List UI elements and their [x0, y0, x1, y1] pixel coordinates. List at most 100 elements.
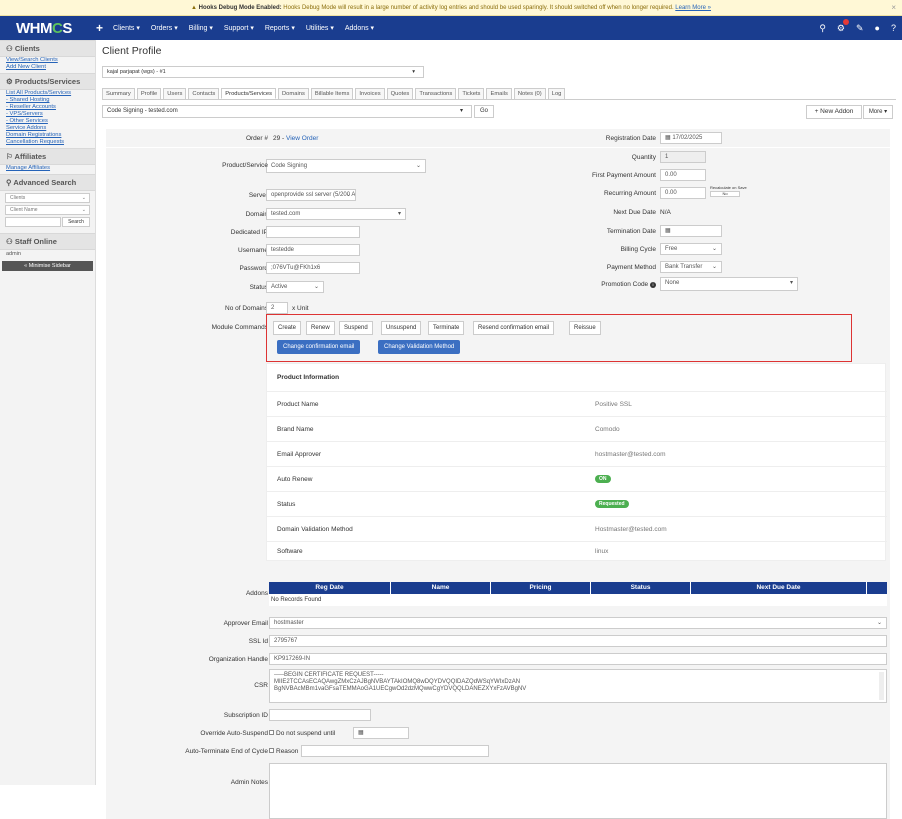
tab-contacts[interactable]: Contacts	[188, 88, 220, 99]
recalculate-toggle[interactable]: No	[710, 191, 740, 197]
username-input[interactable]: testedde	[266, 244, 360, 256]
search-button[interactable]: Search	[62, 217, 90, 227]
override-date-input[interactable]: ▦	[353, 727, 409, 739]
tab-log[interactable]: Log	[547, 88, 566, 99]
sidebar-link-shared[interactable]: - Shared Hosting	[0, 97, 95, 104]
col-reg-date[interactable]: Reg Date	[269, 582, 391, 594]
dedicated-ip-input[interactable]	[266, 226, 360, 238]
sidebar-link-products[interactable]: List All Products/Services	[0, 90, 95, 97]
col-pricing[interactable]: Pricing	[491, 582, 591, 594]
tab-quotes[interactable]: Quotes	[386, 88, 414, 99]
more-button[interactable]: More ▾	[863, 105, 893, 119]
col-name[interactable]: Name	[391, 582, 491, 594]
change-validation-method-button[interactable]: Change Validation Method	[378, 340, 461, 354]
subscription-id-input[interactable]	[269, 709, 371, 721]
unsuspend-button[interactable]: Unsuspend	[381, 321, 422, 335]
tab-billable-items[interactable]: Billable Items	[310, 88, 354, 99]
whmcs-logo[interactable]: WHMCS	[16, 20, 72, 37]
notifications-icon[interactable]: ⚙	[837, 18, 849, 34]
sidebar-link-affiliates[interactable]: Manage Affiliates	[0, 165, 95, 172]
product-service-select[interactable]: Code Signing ⌄	[266, 159, 426, 173]
quick-add-icon[interactable]: +	[96, 21, 103, 35]
approver-email-select[interactable]: hostmaster ⌄	[269, 617, 887, 629]
tab-users[interactable]: Users	[163, 88, 187, 99]
renew-button[interactable]: Renew	[306, 321, 335, 335]
chevron-down-icon: ⌄	[711, 264, 717, 270]
col-next-due-date[interactable]: Next Due Date	[691, 582, 867, 594]
tab-transactions[interactable]: Transactions	[415, 88, 457, 99]
auto-terminate-checkbox-label[interactable]: Reason	[269, 748, 298, 755]
ssl-id-input[interactable]: 2795767	[269, 635, 887, 647]
status-select[interactable]: Active ⌄	[266, 281, 324, 293]
override-checkbox-label[interactable]: Do not suspend until	[269, 730, 335, 737]
first-payment-input[interactable]: 0.00	[660, 169, 706, 181]
tab-invoices[interactable]: Invoices	[355, 88, 385, 99]
termination-date-input[interactable]: ▦	[660, 225, 722, 237]
sidebar-link-view-clients[interactable]: View/Search Clients	[0, 57, 95, 64]
product-select[interactable]: Code Signing - tested.com ▾	[102, 105, 472, 118]
reason-input[interactable]	[301, 745, 489, 757]
registration-date-input[interactable]: ▦ 17/02/2025	[660, 132, 722, 144]
help-icon[interactable]: ?	[891, 23, 896, 33]
menu-orders[interactable]: Orders ▾	[151, 24, 178, 32]
admin-notes-textarea[interactable]	[269, 763, 887, 819]
sidebar-link-cancellations[interactable]: Cancellation Requests	[0, 139, 95, 146]
minimise-sidebar-button[interactable]: « Minimise Sidebar	[2, 261, 93, 271]
promotion-code-select[interactable]: None ▾	[660, 277, 798, 291]
sidebar-link-domains[interactable]: Domain Registrations	[0, 132, 95, 139]
menu-billing[interactable]: Billing ▾	[189, 24, 213, 32]
calendar-icon: ▦	[665, 228, 671, 234]
csr-textarea[interactable]: -----BEGIN CERTIFICATE REQUEST----- MIIE2…	[269, 669, 887, 703]
csr-scrollbar[interactable]	[879, 672, 884, 700]
main-menu: + Clients ▾ Orders ▾ Billing ▾ Support ▾…	[96, 16, 385, 40]
reissue-button[interactable]: Reissue	[569, 321, 601, 335]
sidebar-link-vps[interactable]: - VPS/Servers	[0, 111, 95, 118]
quantity-input[interactable]: 1	[660, 151, 706, 163]
user-avatar-icon[interactable]: ●	[875, 23, 880, 33]
view-order-link[interactable]: View Order	[286, 135, 318, 142]
suspend-button[interactable]: Suspend	[339, 321, 373, 335]
create-button[interactable]: Create	[273, 321, 302, 335]
tab-products-services[interactable]: Products/Services	[221, 88, 276, 99]
menu-utilities[interactable]: Utilities ▾	[306, 24, 334, 32]
payment-method-select[interactable]: Bank Transfer ⌄	[660, 261, 722, 273]
menu-clients[interactable]: Clients ▾	[113, 24, 140, 32]
search-type-select[interactable]: Clients ⌄	[5, 193, 90, 203]
search-field-select[interactable]: Client Name ⌄	[5, 205, 90, 215]
sidebar-link-other[interactable]: - Other Services	[0, 118, 95, 125]
close-icon[interactable]: ×	[891, 0, 896, 16]
sidebar-link-service-addons[interactable]: Service Addons	[0, 125, 95, 132]
learn-more-link[interactable]: Learn More »	[675, 5, 711, 11]
no-of-domains-input[interactable]: 2	[266, 302, 288, 314]
terminate-button[interactable]: Terminate	[428, 321, 465, 335]
password-input[interactable]: ;076VTu@FKh1x6	[266, 262, 360, 274]
tab-tickets[interactable]: Tickets	[458, 88, 485, 99]
go-button[interactable]: Go	[474, 105, 494, 118]
search-icon[interactable]: ⚲	[819, 23, 826, 34]
search-input[interactable]	[5, 217, 61, 227]
box-icon: ⚙	[6, 77, 15, 86]
tab-notes[interactable]: Notes (0)	[513, 88, 546, 99]
tab-emails[interactable]: Emails	[486, 88, 512, 99]
sidebar-link-add-client[interactable]: Add New Client	[0, 64, 95, 71]
recurring-amount-input[interactable]: 0.00	[660, 187, 706, 199]
service-form: Order # 29 - View Order Code Signing ⌄ Pr…	[106, 129, 890, 819]
server-select[interactable]: openprovide ssl server (5/200 A ⌄	[266, 189, 356, 201]
resend-confirmation-button[interactable]: Resend confirmation email	[473, 321, 555, 335]
organization-handle-input[interactable]: KP917269-IN	[269, 653, 887, 665]
col-status[interactable]: Status	[591, 582, 691, 594]
menu-addons[interactable]: Addons ▾	[345, 24, 374, 32]
new-addon-button[interactable]: + New Addon	[806, 105, 862, 119]
menu-support[interactable]: Support ▾	[224, 24, 254, 32]
checkbox-icon	[269, 730, 274, 735]
tab-profile[interactable]: Profile	[136, 88, 162, 99]
domain-input[interactable]: tested.com ▾	[266, 208, 406, 220]
tab-summary[interactable]: Summary	[102, 88, 135, 99]
client-select[interactable]: kajal parjapat (wgs) - #1 ▾	[102, 66, 424, 78]
sidebar-link-reseller[interactable]: - Reseller Accounts	[0, 104, 95, 111]
tab-domains[interactable]: Domains	[278, 88, 309, 99]
change-confirmation-email-button[interactable]: Change confirmation email	[277, 340, 361, 354]
menu-reports[interactable]: Reports ▾	[265, 24, 295, 32]
billing-cycle-select[interactable]: Free ⌄	[660, 243, 722, 255]
wrench-icon[interactable]: ✎	[856, 23, 864, 34]
